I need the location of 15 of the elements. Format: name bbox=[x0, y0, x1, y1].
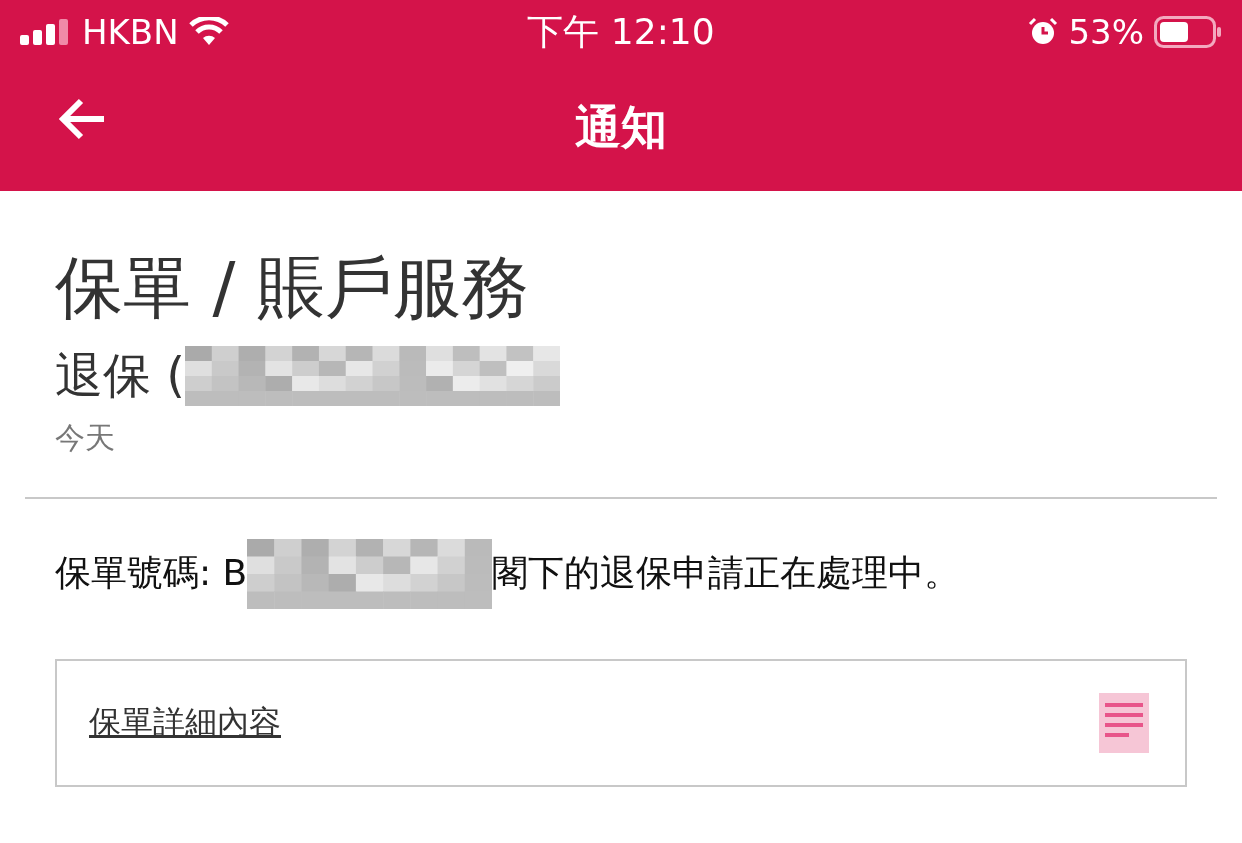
wifi-icon bbox=[188, 17, 229, 47]
alarm-clock-icon bbox=[1028, 17, 1059, 47]
page-title: 通知 bbox=[575, 98, 667, 156]
status-time: 下午 12:10 bbox=[527, 9, 715, 54]
battery-percent: 53% bbox=[1068, 12, 1144, 52]
message-text: 閣下的退保申請正在處理中。 bbox=[492, 551, 961, 596]
policy-details-link[interactable]: 保單詳細內容 bbox=[89, 700, 281, 745]
battery-icon bbox=[1154, 16, 1222, 48]
back-arrow-icon[interactable] bbox=[58, 98, 106, 140]
policy-details-card[interactable]: 保單詳細內容 bbox=[55, 658, 1187, 787]
notification-category: 保單 / 賬戶服務 bbox=[55, 251, 531, 326]
carrier-name: HKBN bbox=[82, 12, 179, 52]
notification-subject: 退保 ( bbox=[55, 345, 185, 405]
notification-date: 今天 bbox=[55, 418, 116, 457]
message-text: 保單號碼: B bbox=[55, 551, 248, 596]
